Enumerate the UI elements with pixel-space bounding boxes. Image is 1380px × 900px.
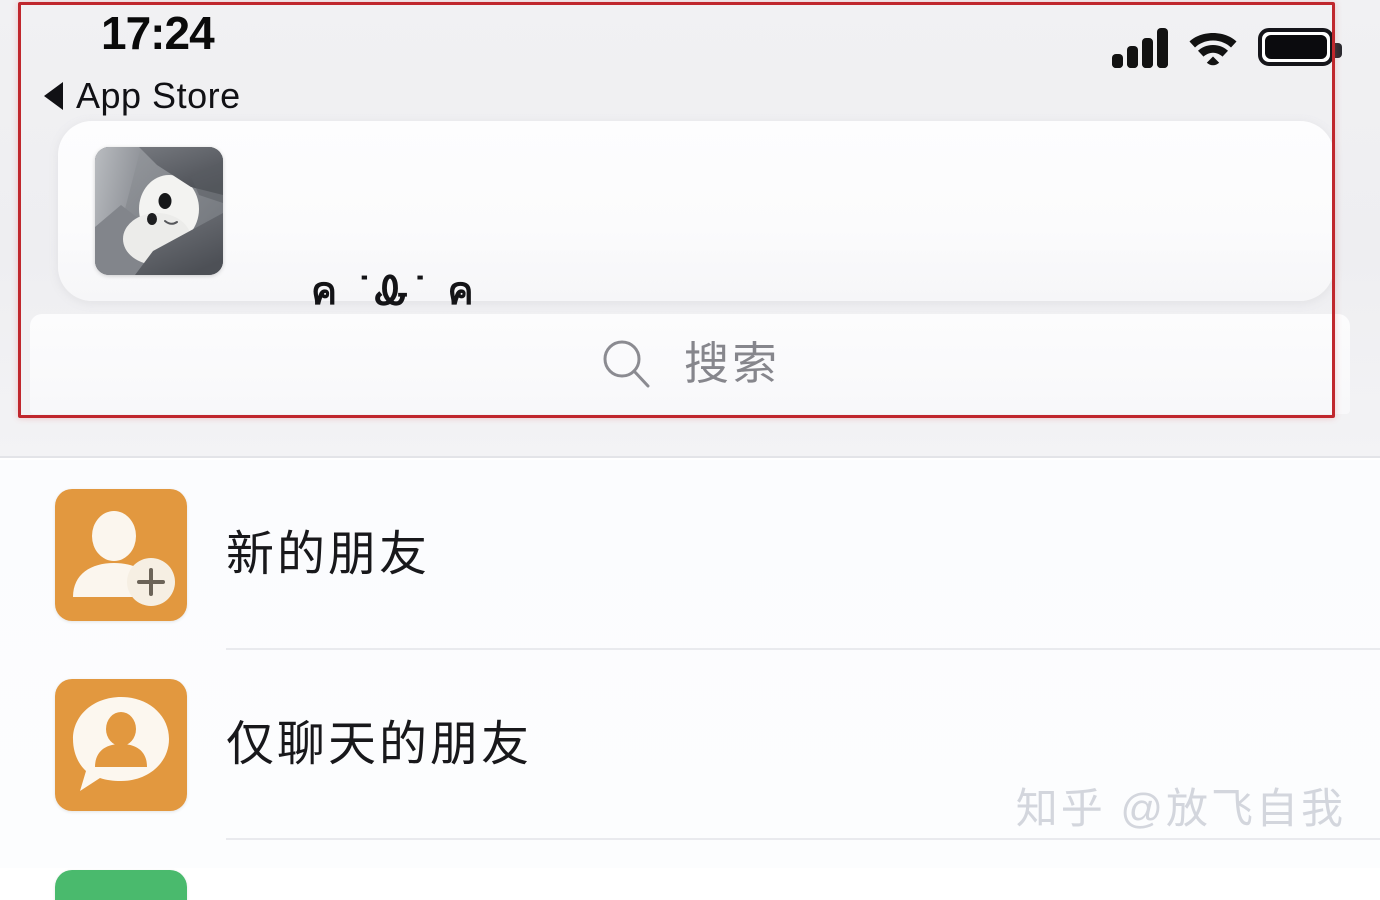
status-indicators <box>1112 26 1342 68</box>
avatar-image <box>95 147 223 275</box>
list-item-label: 新的朋友 <box>226 528 431 581</box>
top-section: 17:24 App Store ค ˙Ꮂ˙ ค 搜索 <box>0 0 1380 458</box>
cellular-signal-icon <box>1112 26 1168 68</box>
list-item-partial[interactable] <box>0 840 1380 900</box>
profile-card[interactable]: ค ˙Ꮂ˙ ค <box>58 121 1334 392</box>
search-input[interactable]: 搜索 <box>30 314 1350 414</box>
contact-list: 新的朋友 仅聊天的朋友 <box>0 460 1380 900</box>
back-button-label: App Store <box>76 75 241 116</box>
search-icon <box>603 340 650 388</box>
back-to-app-store-button[interactable]: App Store <box>44 74 241 118</box>
list-item-chat-only-friends[interactable]: 仅聊天的朋友 <box>0 650 1380 840</box>
phone-screenshot: 17:24 App Store ค ˙Ꮂ˙ ค 搜索 新的朋友 仅聊天的朋友 知… <box>0 0 1380 900</box>
search-placeholder: 搜索 <box>683 338 780 389</box>
new-friend-icon <box>55 489 187 621</box>
list-item-label: 仅聊天的朋友 <box>226 718 533 771</box>
back-caret-icon <box>44 82 63 110</box>
avatar[interactable] <box>95 147 223 275</box>
list-item-new-friends[interactable]: 新的朋友 <box>0 460 1380 650</box>
profile-name: ค ˙Ꮂ˙ ค <box>311 270 479 313</box>
wifi-icon <box>1189 33 1237 66</box>
status-time: 17:24 <box>101 7 215 59</box>
chat-only-friend-icon <box>55 679 187 811</box>
status-bar: 17:24 <box>0 0 1380 78</box>
group-chat-icon <box>55 870 187 900</box>
battery-full-icon <box>1258 28 1342 66</box>
